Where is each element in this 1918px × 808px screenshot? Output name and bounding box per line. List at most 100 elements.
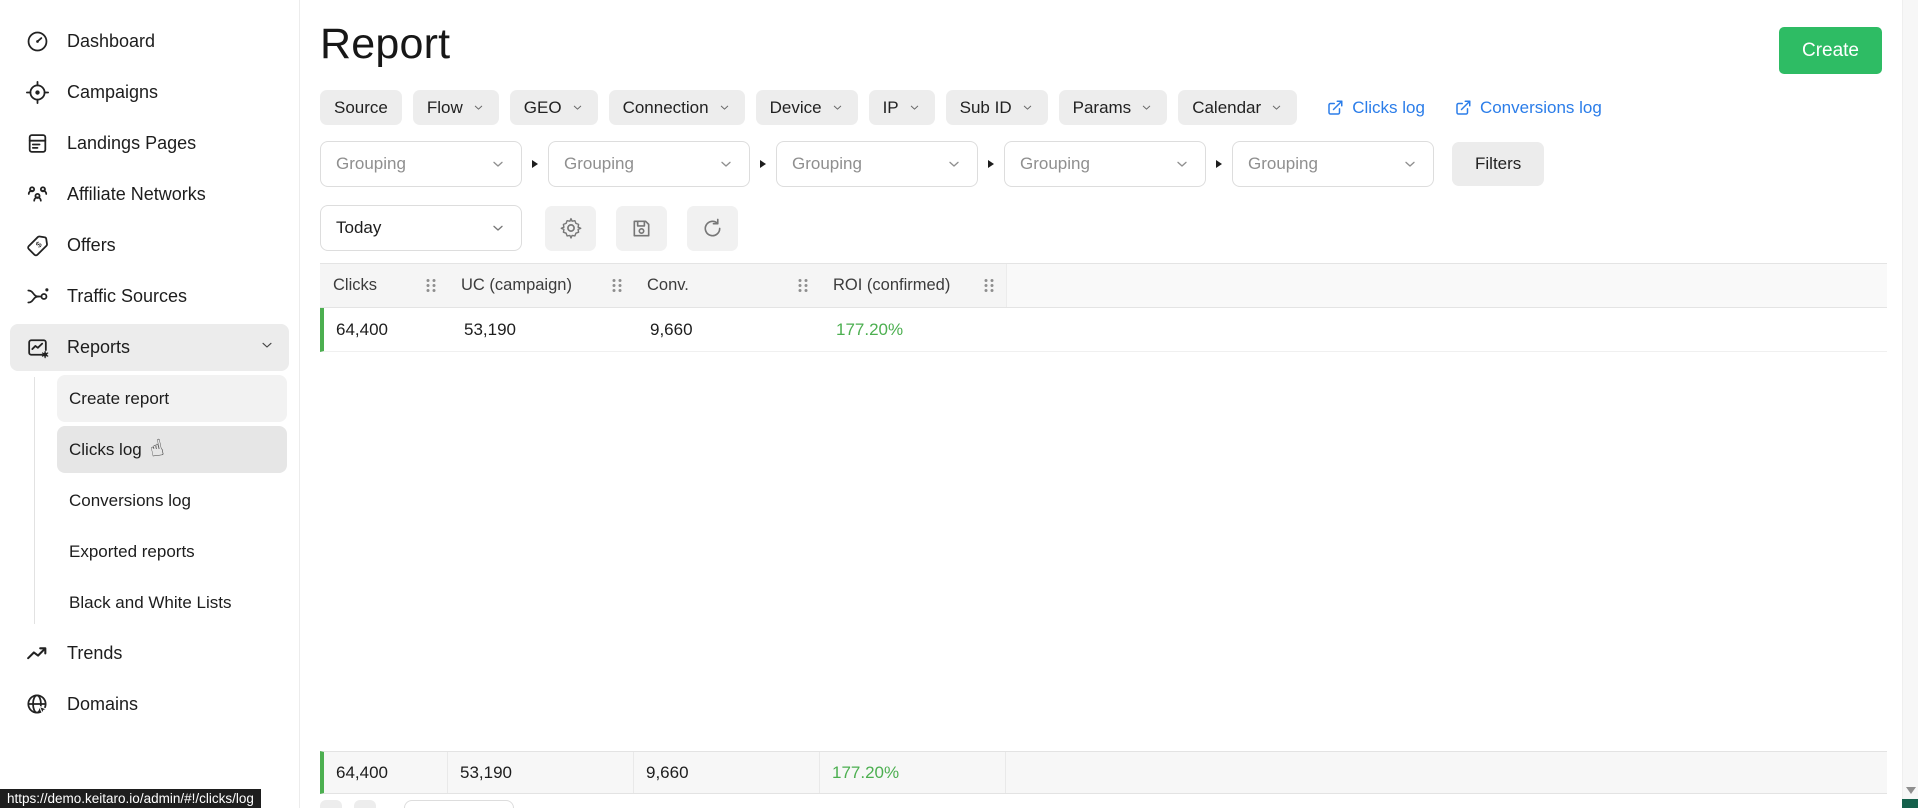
title-bar: Report Create (320, 0, 1902, 74)
sidebar-item-affiliate-networks[interactable]: Affiliate Networks (10, 171, 289, 218)
chevron-down-icon (910, 105, 918, 110)
drag-handle-icon[interactable] (610, 278, 624, 293)
page-title: Report (320, 20, 451, 68)
drag-handle-icon[interactable] (424, 278, 438, 293)
sidebar-item-label: Trends (67, 643, 123, 663)
pagination-prev-button[interactable] (320, 800, 342, 808)
totals-row-filler (1006, 752, 1887, 793)
filter-chip-flow[interactable]: Flow (412, 90, 499, 125)
document-icon (24, 131, 50, 157)
submenu-item-label: Exported reports (69, 541, 195, 561)
grouping-select-3[interactable]: Grouping (776, 141, 978, 187)
table-row[interactable]: 64,400 53,190 9,660 177.20% (320, 308, 1887, 352)
date-range-select[interactable]: Today (320, 205, 522, 251)
grouping-select-2[interactable]: Grouping (548, 141, 750, 187)
submenu-item-clicks-log[interactable]: Clicks log ☝ (57, 426, 287, 473)
external-link-icon (1328, 100, 1343, 115)
sidebar-item-label: Affiliate Networks (67, 184, 206, 204)
pagination-next-button[interactable] (354, 800, 376, 808)
clicks-log-link[interactable]: Clicks log (1326, 98, 1425, 118)
settings-button[interactable] (545, 205, 596, 251)
submenu-item-black-white-lists[interactable]: Black and White Lists (57, 579, 287, 626)
report-gear-icon (24, 335, 50, 361)
sidebar-item-label: Campaigns (67, 82, 159, 102)
gear-icon (560, 217, 581, 239)
cell-uc-campaign: 53,190 (464, 319, 516, 339)
save-button[interactable] (616, 205, 667, 251)
chevron-down-icon (720, 105, 728, 110)
gauge-icon (24, 29, 50, 55)
drag-handle-icon[interactable] (982, 278, 996, 293)
app-root: Dashboard Campaigns Landings Pages Affil… (0, 0, 1918, 808)
total-uc-campaign: 53,190 (448, 752, 634, 793)
column-header-uc-campaign[interactable]: UC (campaign) (448, 264, 634, 307)
scrollbar-down-arrow-icon[interactable] (1906, 787, 1916, 794)
submenu-item-label: Conversions log (69, 490, 191, 510)
filter-chip-calendar[interactable]: Calendar (1178, 90, 1298, 125)
column-header-conv[interactable]: Conv. (634, 264, 820, 307)
filter-chip-device[interactable]: Device (755, 90, 858, 125)
filter-chip-ip[interactable]: IP (868, 90, 935, 125)
drag-handle-icon[interactable] (796, 278, 810, 293)
arrow-separator (532, 160, 538, 168)
external-link-icon (1456, 100, 1471, 115)
sidebar-item-landings-pages[interactable]: Landings Pages (10, 120, 289, 167)
submenu-item-label: Create report (69, 388, 170, 408)
svg-text:$: $ (33, 239, 43, 250)
sidebar-item-domains[interactable]: Domains (10, 681, 289, 728)
grouping-select-5[interactable]: Grouping (1232, 141, 1434, 187)
filter-chip-geo[interactable]: GEO (509, 90, 598, 125)
vertical-scrollbar[interactable] (1902, 0, 1918, 808)
arrow-separator (988, 160, 994, 168)
chevron-down-icon (1272, 105, 1281, 110)
column-header-clicks[interactable]: Clicks (320, 264, 448, 307)
sidebar-item-traffic-sources[interactable]: Traffic Sources (10, 273, 289, 320)
total-clicks: 64,400 (324, 752, 448, 793)
chevron-down-icon (259, 337, 275, 358)
cell-clicks: 64,400 (336, 319, 388, 339)
filter-chip-source[interactable]: Source (320, 90, 402, 125)
column-header-roi-confirmed[interactable]: ROI (confirmed) (820, 264, 1006, 307)
submenu-item-label: Black and White Lists (69, 592, 232, 612)
filters-button[interactable]: Filters (1452, 142, 1545, 186)
report-toolbar: Today (320, 205, 1902, 251)
refresh-button[interactable] (687, 205, 738, 251)
price-tag-icon: $ (24, 233, 50, 259)
conversions-log-link[interactable]: Conversions log (1454, 98, 1602, 118)
chevron-down-icon (1142, 105, 1151, 110)
page-size-select[interactable] (404, 800, 514, 808)
sidebar-item-label: Traffic Sources (67, 286, 188, 306)
submenu-item-create-report[interactable]: Create report (57, 375, 287, 422)
arrow-separator (1216, 160, 1222, 168)
submenu-item-label: Clicks log (69, 439, 142, 459)
grouping-select-4[interactable]: Grouping (1004, 141, 1206, 187)
sidebar-item-reports[interactable]: Reports (10, 324, 289, 371)
filter-chip-params[interactable]: Params (1058, 90, 1168, 125)
submenu-item-conversions-log[interactable]: Conversions log (57, 477, 287, 524)
status-url-text: https://demo.keitaro.io/admin/#!/clicks/… (7, 791, 254, 806)
arrow-separator (760, 160, 766, 168)
sidebar-item-dashboard[interactable]: Dashboard (10, 18, 289, 65)
people-icon (24, 182, 50, 208)
total-roi-confirmed: 177.20% (820, 752, 1006, 793)
sidebar-item-trends[interactable]: Trends (10, 630, 289, 677)
sidebar-item-campaigns[interactable]: Campaigns (10, 69, 289, 116)
scrollbar-corner (1902, 799, 1918, 808)
filter-chip-connection[interactable]: Connection (608, 90, 745, 125)
target-icon (24, 80, 50, 106)
branch-icon (24, 284, 50, 310)
date-range-value: Today (336, 218, 382, 237)
save-icon (633, 219, 650, 237)
refresh-icon (704, 218, 721, 236)
sidebar-item-label: Dashboard (67, 31, 156, 51)
sidebar-item-label: Domains (67, 694, 139, 714)
table-totals-row: 64,400 53,190 9,660 177.20% (320, 751, 1887, 794)
submenu-item-exported-reports[interactable]: Exported reports (57, 528, 287, 575)
cell-roi-confirmed: 177.20% (836, 319, 904, 339)
chevron-down-icon (573, 105, 581, 110)
status-url-tooltip: https://demo.keitaro.io/admin/#!/clicks/… (0, 789, 261, 808)
grouping-select-1[interactable]: Grouping (320, 141, 522, 187)
filter-chip-sub-id[interactable]: Sub ID (945, 90, 1048, 125)
sidebar-item-offers[interactable]: $ Offers (10, 222, 289, 269)
create-button[interactable]: Create (1778, 27, 1882, 74)
